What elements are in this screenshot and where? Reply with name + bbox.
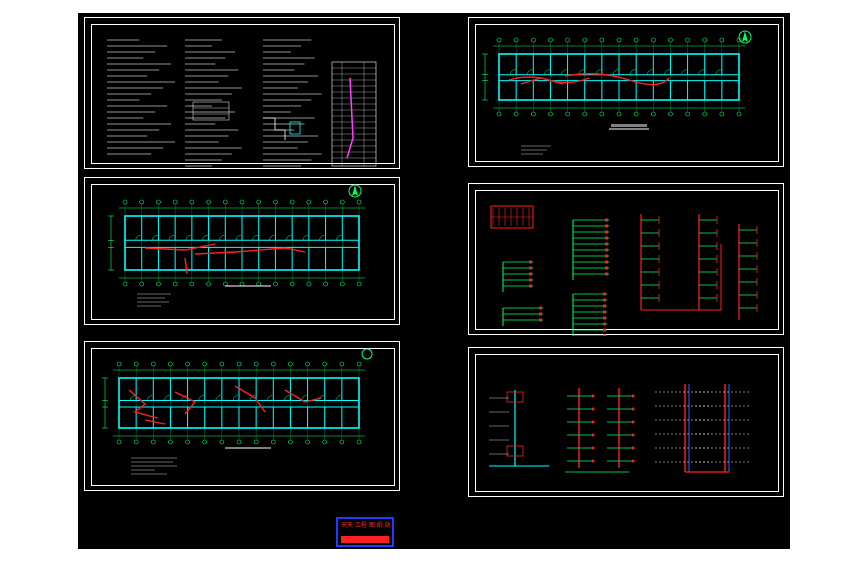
plan-upper-drawing bbox=[482, 30, 752, 155]
stamp-line1: 天天 工程 图 纸 站 bbox=[341, 522, 391, 529]
north-arrow-icon bbox=[361, 348, 373, 360]
sheet-plan-upper[interactable] bbox=[468, 17, 784, 167]
sheet-design-notes[interactable] bbox=[84, 17, 400, 169]
system-diagram-drawing bbox=[490, 205, 758, 336]
plan-detail-drawing bbox=[102, 348, 373, 475]
design-notes-drawing bbox=[107, 39, 377, 167]
left-margin bbox=[0, 0, 78, 562]
plan-ground-drawing bbox=[108, 184, 365, 307]
sheet-plan-detail[interactable] bbox=[84, 341, 400, 491]
stamp-banner bbox=[341, 536, 389, 543]
sheet-plan-ground[interactable] bbox=[84, 177, 400, 325]
sheet-system-diagram[interactable] bbox=[468, 183, 784, 336]
watermark-stamp: 天天 工程 图 纸 站 bbox=[336, 517, 394, 547]
cad-canvas[interactable]: 天天 工程 图 纸 站 bbox=[78, 13, 790, 549]
sheet-riser-diagrams[interactable] bbox=[468, 347, 784, 497]
riser-diagrams-drawing bbox=[489, 384, 749, 473]
